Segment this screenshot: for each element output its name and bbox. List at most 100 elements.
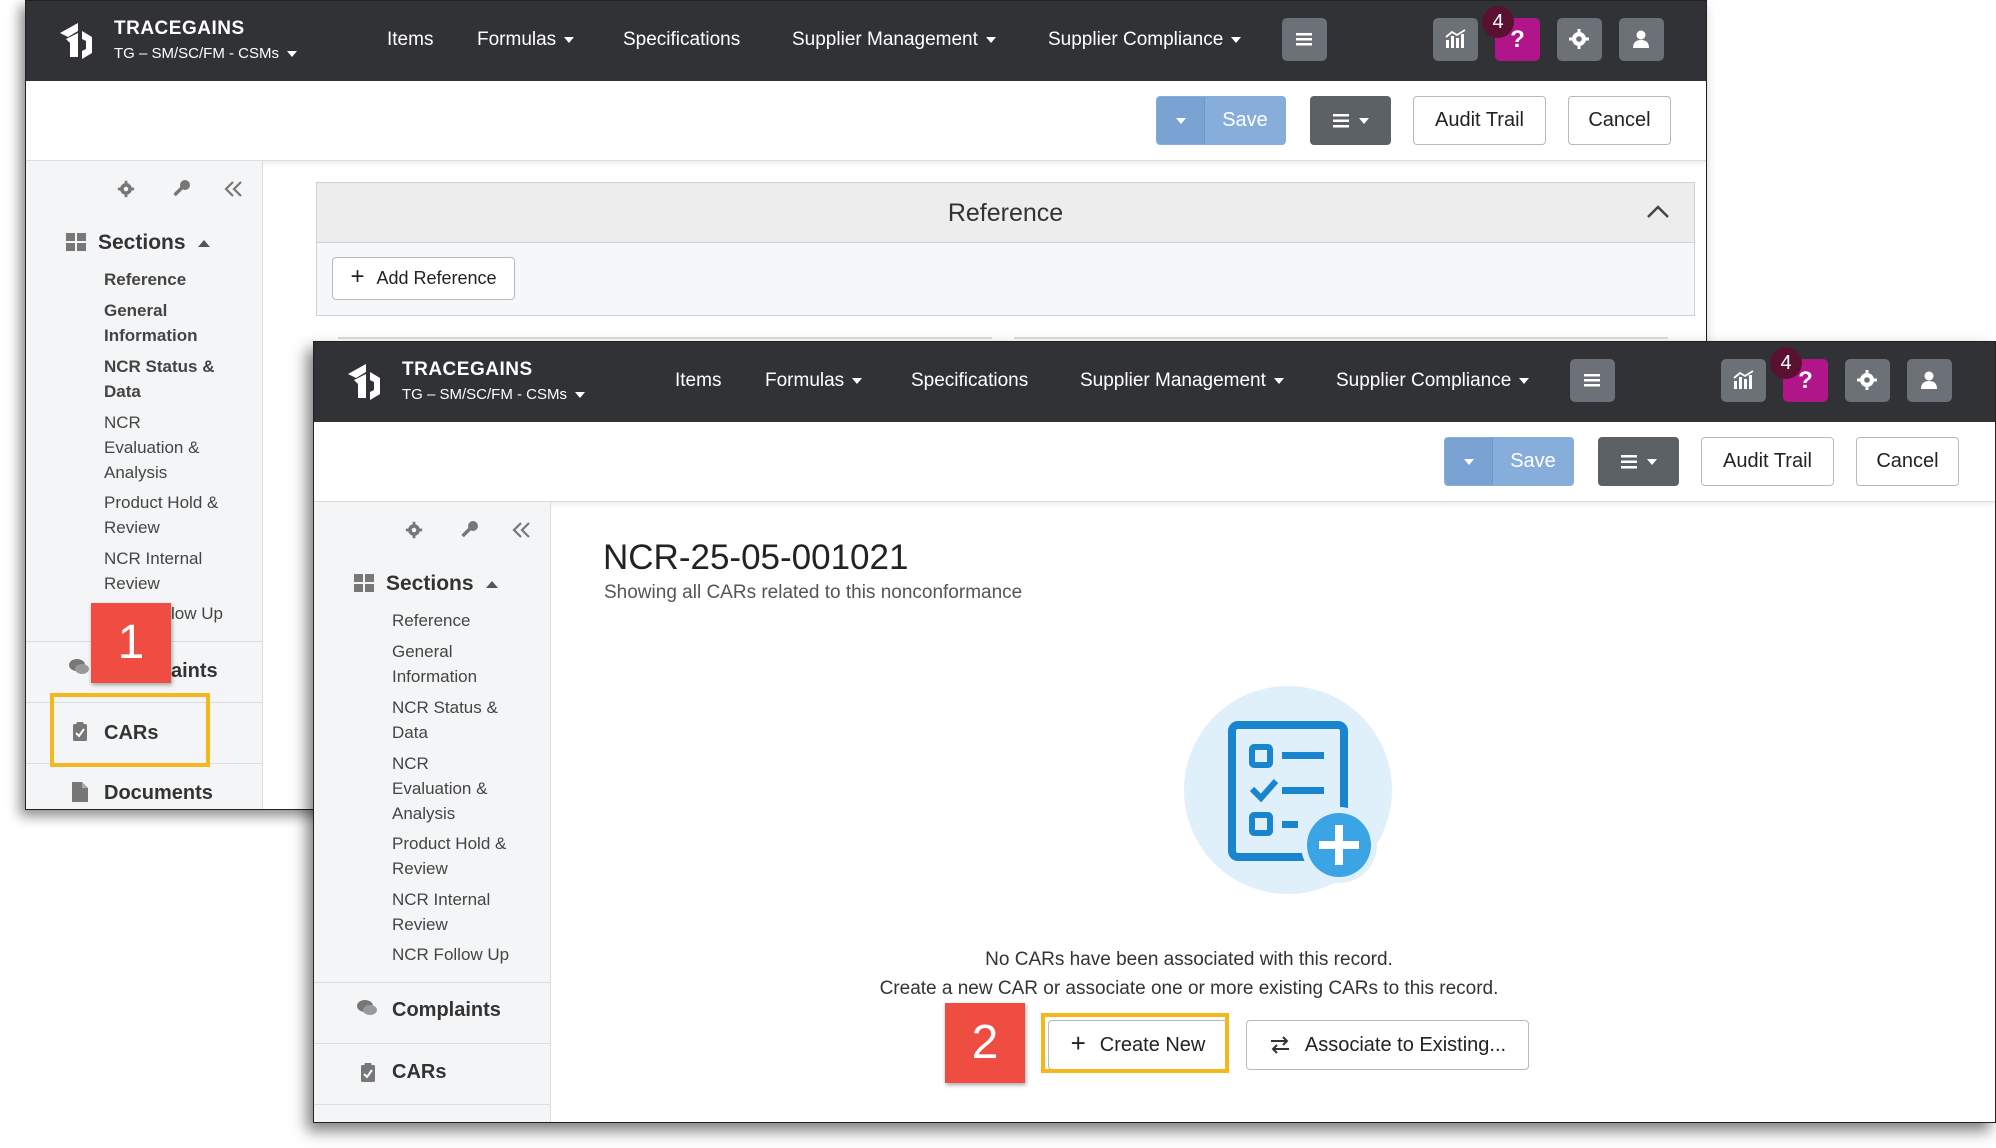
comments-icon — [69, 659, 89, 674]
sidebar-documents[interactable]: Documents — [104, 782, 213, 805]
save-button[interactable]: Save — [1493, 450, 1573, 473]
sidebar-item-ncr-internal-review[interactable]: NCR Internal Review — [104, 546, 224, 596]
chevron-down-icon — [287, 51, 297, 58]
settings-button[interactable] — [1557, 18, 1602, 61]
record-title: NCR-25-05-001021 — [603, 538, 909, 577]
gear-icon — [1857, 370, 1877, 390]
nav-supplier-management-label: Supplier Management — [1080, 370, 1266, 391]
grid-icon — [66, 233, 86, 251]
reference-panel-title: Reference — [947, 199, 1064, 227]
user-button[interactable] — [1907, 359, 1952, 402]
hamburger-icon — [1584, 374, 1600, 387]
org-switcher[interactable]: TG – SM/SC/FM - CSMs — [402, 386, 585, 403]
sidebar-item-ncr-evaluation[interactable]: NCR Evaluation & Analysis — [104, 410, 224, 485]
sections-toggle[interactable]: Sections — [66, 231, 210, 255]
document-icon — [72, 782, 88, 802]
sections-toggle[interactable]: Sections — [354, 572, 498, 596]
key-icon[interactable] — [171, 178, 193, 200]
add-reference-button[interactable]: + Add Reference — [332, 257, 515, 300]
more-menu-button[interactable] — [1598, 437, 1679, 486]
sidebar-item-ncr-status[interactable]: NCR Status & Data — [392, 695, 522, 745]
nav-items[interactable]: Items — [675, 370, 721, 392]
nav-supplier-management[interactable]: Supplier Management — [1080, 370, 1284, 392]
associate-existing-button[interactable]: Associate to Existing... — [1246, 1020, 1529, 1070]
gear-icon[interactable] — [404, 520, 424, 540]
analytics-button[interactable] — [1721, 359, 1766, 402]
cancel-button[interactable]: Cancel — [1856, 437, 1959, 486]
sidebar-item-reference[interactable]: Reference — [392, 608, 532, 633]
save-dropdown-toggle[interactable] — [1445, 438, 1493, 485]
sidebar-divider — [314, 1104, 550, 1105]
more-menu-button[interactable] — [1310, 96, 1391, 145]
sidebar-cars[interactable]: CARs — [392, 1061, 446, 1084]
analytics-button[interactable] — [1433, 18, 1478, 61]
chevron-up-icon — [485, 580, 498, 588]
user-button[interactable] — [1619, 18, 1664, 61]
chevron-down-icon — [1358, 117, 1369, 124]
save-button[interactable]: Save — [1205, 109, 1285, 132]
chevron-down-icon — [564, 36, 575, 43]
collapse-icon[interactable] — [512, 521, 532, 539]
sidebar-complaints[interactable]: Complaints — [392, 999, 501, 1022]
hamburger-button[interactable] — [1282, 18, 1327, 61]
hamburger-button[interactable] — [1570, 359, 1615, 402]
reference-panel-header[interactable]: Reference — [317, 183, 1694, 243]
key-icon[interactable] — [459, 519, 481, 541]
sidebar-complaints[interactable]: aints — [171, 660, 218, 683]
create-new-highlight — [1041, 1013, 1229, 1073]
sidebar-divider — [314, 1043, 550, 1044]
sidebar-item-ncr-follow-up[interactable]: NCR Follow Up — [392, 942, 509, 967]
nav-formulas[interactable]: Formulas — [765, 370, 863, 392]
save-button-group[interactable]: Save — [1444, 437, 1574, 486]
action-bar: Save Audit Trail Cancel — [26, 81, 1706, 161]
gear-icon — [1569, 29, 1589, 49]
sidebar-item-general-information[interactable]: General Information — [104, 298, 224, 348]
cancel-button[interactable]: Cancel — [1568, 96, 1671, 145]
chevron-down-icon — [1646, 458, 1657, 465]
foreground-window: TRACEGAINS TG – SM/SC/FM - CSMs Items Fo… — [313, 341, 1996, 1123]
chevron-down-icon — [985, 36, 996, 43]
sections-label: Sections — [386, 572, 474, 595]
step-1-callout: 1 — [91, 603, 171, 683]
card-edge — [1014, 337, 1668, 339]
nav-supplier-compliance[interactable]: Supplier Compliance — [1048, 29, 1242, 51]
chevron-down-icon — [1273, 377, 1284, 384]
org-label: TG – SM/SC/FM - CSMs — [402, 386, 567, 403]
sidebar-item-product-hold[interactable]: Product Hold & Review — [392, 831, 532, 881]
sidebar-item-ncr-evaluation[interactable]: NCR Evaluation & Analysis — [392, 751, 512, 826]
org-switcher[interactable]: TG – SM/SC/FM - CSMs — [114, 45, 297, 62]
nav-specifications[interactable]: Specifications — [623, 29, 740, 51]
analytics-chart-icon — [1445, 29, 1466, 48]
nav-specifications[interactable]: Specifications — [911, 370, 1028, 392]
nav-supplier-management-label: Supplier Management — [792, 29, 978, 50]
audit-trail-button[interactable]: Audit Trail — [1701, 437, 1834, 486]
nav-items[interactable]: Items — [387, 29, 433, 51]
clipboard-check-icon — [361, 1063, 375, 1082]
empty-state-message: No CARs have been associated with this r… — [985, 949, 1393, 970]
sidebar-item-ncr-follow-up[interactable]: low Up — [171, 601, 223, 626]
brand-name: TRACEGAINS — [114, 18, 245, 39]
sidebar-item-general-information[interactable]: General Information — [392, 639, 512, 689]
chevron-up-icon — [197, 239, 210, 247]
save-button-group[interactable]: Save — [1156, 96, 1286, 145]
nav-supplier-management[interactable]: Supplier Management — [792, 29, 996, 51]
chevron-down-icon — [1175, 117, 1186, 124]
sidebar-item-reference[interactable]: Reference — [104, 267, 244, 292]
chevron-up-icon — [1647, 205, 1669, 218]
gear-icon[interactable] — [116, 179, 136, 199]
sidebar-divider — [314, 982, 550, 983]
nav-supplier-compliance[interactable]: Supplier Compliance — [1336, 370, 1530, 392]
sidebar-item-product-hold[interactable]: Product Hold & Review — [104, 490, 244, 540]
sidebar-item-ncr-internal-review[interactable]: NCR Internal Review — [392, 887, 512, 937]
car-checklist-add-icon — [1184, 686, 1392, 894]
sidebar-item-ncr-status[interactable]: NCR Status & Data — [104, 354, 234, 404]
save-dropdown-toggle[interactable] — [1157, 97, 1205, 144]
nav-formulas-label: Formulas — [477, 29, 557, 50]
empty-state-hint: Create a new CAR or associate one or mor… — [879, 978, 1499, 999]
nav-supplier-compliance-label: Supplier Compliance — [1048, 29, 1224, 50]
settings-button[interactable] — [1845, 359, 1890, 402]
audit-trail-button[interactable]: Audit Trail — [1413, 96, 1546, 145]
nav-formulas[interactable]: Formulas — [477, 29, 575, 51]
collapse-icon[interactable] — [224, 180, 244, 198]
brand-name: TRACEGAINS — [402, 359, 533, 380]
